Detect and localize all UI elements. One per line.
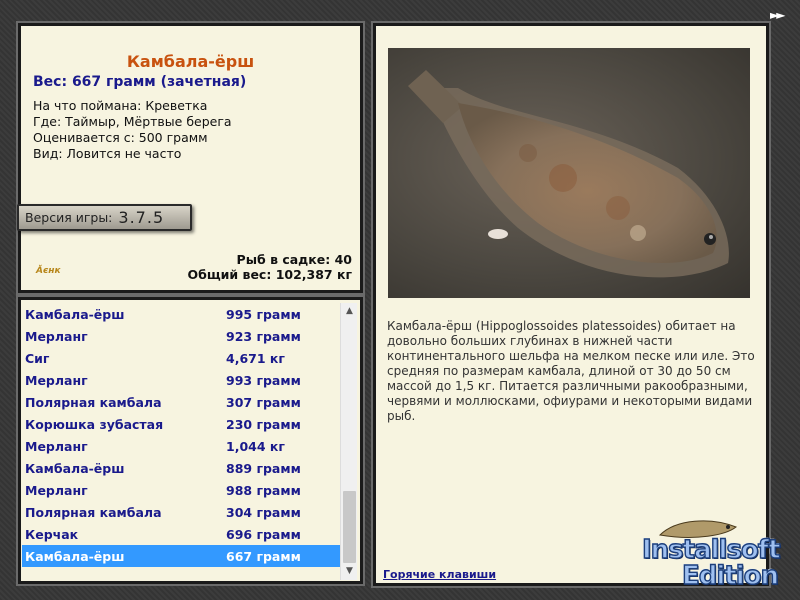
- catch-fish-weight: 230 грамм: [226, 416, 301, 432]
- installsoft-edition-logo: Installsoft Edition: [640, 515, 798, 597]
- catch-fish-weight: 1,044 кг: [226, 438, 285, 454]
- fish-count: Рыб в садке: 40: [236, 252, 352, 267]
- version-badge: Версия игры: 3.7.5: [17, 204, 192, 231]
- catch-fish-weight: 923 грамм: [226, 328, 301, 344]
- fish-frequency: Вид: Ловится не часто: [33, 146, 182, 161]
- catch-fish-weight: 889 грамм: [226, 460, 301, 476]
- version-label: Версия игры:: [25, 210, 113, 225]
- catch-fish-name: Мерланг: [25, 328, 88, 344]
- catch-fish-name: Сиг: [25, 350, 50, 366]
- catch-fish-name: Камбала-ёрш: [25, 306, 125, 322]
- catch-list-row[interactable]: Камбала-ёрш 889 грамм: [22, 457, 342, 479]
- catch-fish-weight: 307 грамм: [226, 394, 301, 410]
- scroll-up-icon[interactable]: ▲: [341, 303, 358, 320]
- catch-fish-weight: 995 грамм: [226, 306, 301, 322]
- fish-bait: На что поймана: Креветка: [33, 98, 208, 113]
- fish-place: Где: Таймыр, Мёртвые берега: [33, 114, 232, 129]
- catch-list-row[interactable]: Камбала-ёрш 667 грамм: [22, 545, 342, 567]
- total-weight: Общий вес: 102,387 кг: [187, 267, 353, 282]
- catch-fish-name: Мерланг: [25, 372, 88, 388]
- catch-fish-name: Камбала-ёрш: [25, 460, 125, 476]
- catch-list-row[interactable]: Мерланг 1,044 кг: [22, 435, 342, 457]
- fish-photo: [388, 48, 750, 298]
- fish-description: Камбала-ёрш (Hippoglossoides platessoide…: [387, 319, 755, 423]
- catch-stats: Рыб в садке: 40 Общий вес: 102,387 кг: [188, 252, 353, 282]
- catch-list-row[interactable]: Мерланг 923 грамм: [22, 325, 342, 347]
- catch-fish-weight: 304 грамм: [226, 504, 301, 520]
- catch-list[interactable]: Камбала-ёрш 995 грамм Мерланг 923 грамм Сиг 4…: [22, 303, 342, 567]
- fish-weight: Вес: 667 грамм (зачетная): [33, 74, 247, 90]
- fish-description-panel: Камбала-ёрш (Hippoglossoides platessoide…: [371, 21, 771, 588]
- fish-title: Камбала-ёрш: [126, 52, 255, 71]
- scroll-down-icon[interactable]: ▼: [341, 563, 358, 580]
- catch-list-row[interactable]: Полярная камбала 307 грамм: [22, 391, 342, 413]
- catch-fish-name: Керчак: [25, 526, 79, 542]
- version-value: 3.7.5: [118, 208, 165, 227]
- catch-list-row[interactable]: Мерланг 988 грамм: [22, 479, 342, 501]
- catch-fish-name: Полярная камбала: [25, 394, 162, 410]
- hotkeys-link[interactable]: Горячие клавиши: [383, 568, 496, 581]
- catch-fish-weight: 696 грамм: [226, 526, 301, 542]
- catch-list-row[interactable]: Мерланг 993 грамм: [22, 369, 342, 391]
- catch-fish-name: Полярная камбала: [25, 504, 162, 520]
- catch-list-panel: Камбала-ёрш 995 грамм Мерланг 923 грамм Сиг 4…: [16, 295, 365, 586]
- catch-fish-weight: 988 грамм: [226, 482, 301, 498]
- catch-fish-name: Мерланг: [25, 438, 88, 454]
- catch-list-row[interactable]: Камбала-ёрш 995 грамм: [22, 303, 342, 325]
- catch-fish-name: Корюшка зубастая: [25, 416, 164, 432]
- catch-fish-weight: 667 грамм: [226, 548, 301, 564]
- fish-threshold: Оценивается с: 500 грамм: [33, 130, 208, 145]
- catch-list-row[interactable]: Полярная камбала 304 грамм: [22, 501, 342, 523]
- list-scrollbar[interactable]: ▲ ▼: [340, 303, 357, 580]
- next-page-icon[interactable]: ►►: [770, 8, 794, 26]
- catch-fish-weight: 993 грамм: [226, 372, 301, 388]
- catch-fish-name: Мерланг: [25, 482, 88, 498]
- catch-fish-weight: 4,671 кг: [226, 350, 285, 366]
- edition-logo-line2: Edition: [681, 560, 779, 591]
- catch-list-row[interactable]: Корюшка зубастая 230 грамм: [22, 413, 342, 435]
- scroll-thumb[interactable]: [343, 491, 356, 563]
- catch-list-row[interactable]: Керчак 696 грамм: [22, 523, 342, 545]
- catch-info-panel: Камбала-ёрш Вес: 667 грамм (зачетная) На…: [16, 21, 365, 295]
- author-logo: Ӑєнк: [36, 266, 61, 276]
- fish-details: На что поймана: Креветка Где: Таймыр, Мё…: [33, 98, 232, 162]
- catch-list-row[interactable]: Сиг 4,671 кг: [22, 347, 342, 369]
- catch-fish-name: Камбала-ёрш: [25, 548, 125, 564]
